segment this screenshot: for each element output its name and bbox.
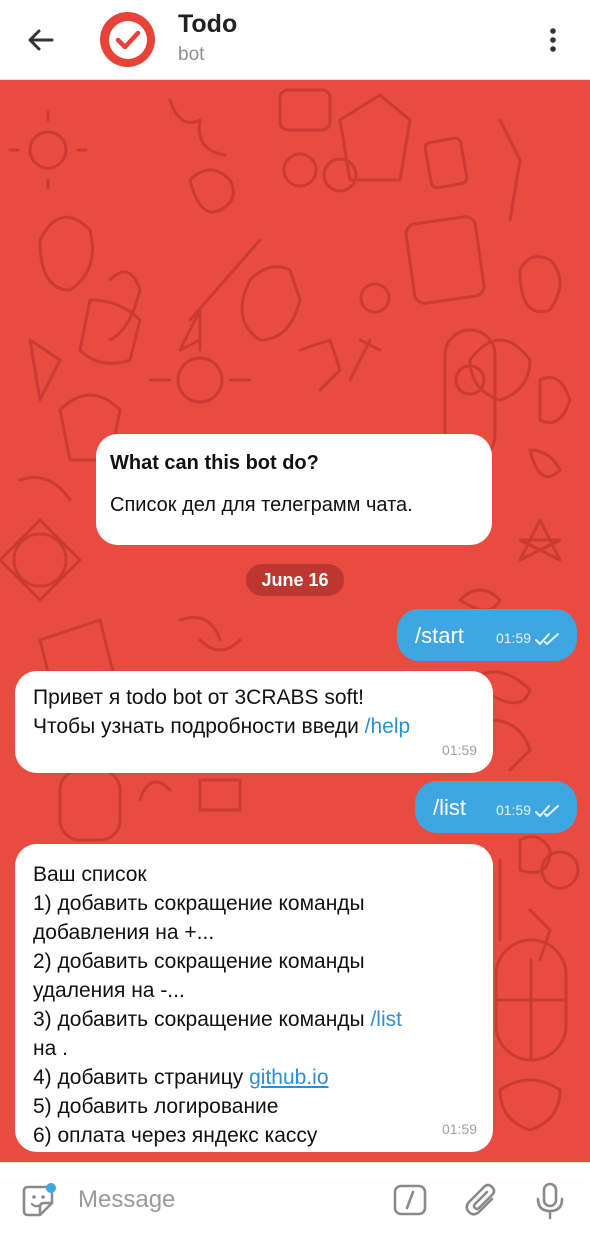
message-line: 1) добавить сокращение команды: [33, 892, 365, 915]
message-line: Привет я todo bot от 3CRABS soft!: [33, 686, 365, 709]
date-separator: June 16: [246, 564, 344, 596]
message-line: Ваш список: [33, 863, 147, 886]
list-command-link[interactable]: /list: [370, 1008, 402, 1031]
back-button[interactable]: [22, 22, 58, 58]
paperclip-icon: [465, 1183, 496, 1216]
message-time: 01:59: [495, 630, 531, 646]
arrow-left-icon: [28, 29, 54, 51]
message-text: /start: [415, 623, 464, 648]
message-line: 3) добавить сокращение команды /list: [33, 1005, 475, 1034]
bot-intro-card: What can this bot do? Список дел для тел…: [96, 434, 492, 545]
microphone-icon: [536, 1182, 564, 1220]
message-bubble-outgoing[interactable]: /start 01:59: [397, 609, 577, 661]
message-bubble-outgoing[interactable]: /list 01:59: [415, 781, 577, 833]
chat-subtitle: bot: [178, 44, 205, 65]
bot-intro-title: What can this bot do?: [110, 452, 319, 474]
message-line: 2) добавить сокращение команды: [33, 950, 365, 973]
attach-button[interactable]: [464, 1181, 500, 1219]
bot-command-button[interactable]: [392, 1183, 428, 1217]
message-line-text: 3) добавить сокращение команды: [33, 1008, 371, 1031]
chat-header: Todo bot: [0, 0, 590, 80]
message-text: /list: [433, 795, 466, 820]
message-time: 01:59: [441, 742, 477, 758]
message-line: на .: [33, 1037, 68, 1060]
more-button[interactable]: [538, 22, 568, 58]
message-time: 01:59: [441, 1121, 477, 1137]
sticker-icon: [22, 1183, 56, 1217]
voice-button[interactable]: [534, 1181, 566, 1221]
sticker-button[interactable]: [22, 1183, 56, 1217]
message-bubble-incoming[interactable]: Ваш список 1) добавить сокращение команд…: [15, 844, 493, 1152]
message-line: 6) оплата через яндекс кассу: [33, 1124, 318, 1147]
double-check-icon: [535, 804, 559, 817]
github-link[interactable]: github.io: [249, 1066, 328, 1089]
slash-command-icon: [393, 1184, 427, 1216]
message-meta: 01:59: [496, 796, 561, 825]
bot-intro-text: Список дел для телеграмм чата.: [110, 494, 413, 516]
message-line: удаления на -...: [33, 979, 185, 1002]
message-line-text: Чтобы узнать подробности введи: [33, 715, 365, 738]
message-line: Чтобы узнать подробности введи /help: [33, 712, 475, 741]
message-line: добавления на +...: [33, 921, 215, 944]
message-input-bar: [0, 1162, 590, 1235]
checkmark-icon: [115, 30, 140, 49]
message-line: 5) добавить логирование: [33, 1095, 279, 1118]
message-time: 01:59: [495, 802, 531, 818]
message-input[interactable]: [78, 1181, 368, 1219]
more-vertical-icon: [550, 28, 556, 52]
help-command-link[interactable]: /help: [365, 715, 411, 738]
chat-title[interactable]: Todo: [178, 10, 237, 39]
avatar-badge: [108, 20, 147, 59]
message-bubble-incoming[interactable]: Привет я todo bot от 3CRABS soft! Чтобы …: [15, 671, 493, 773]
avatar[interactable]: [100, 12, 155, 67]
message-meta: 01:59: [496, 624, 561, 653]
message-line-text: 4) добавить страницу: [33, 1066, 250, 1089]
chat-area[interactable]: What can this bot do? Список дел для тел…: [0, 80, 590, 1162]
double-check-icon: [535, 632, 559, 645]
message-line: 4) добавить страницу github.io: [33, 1063, 475, 1092]
